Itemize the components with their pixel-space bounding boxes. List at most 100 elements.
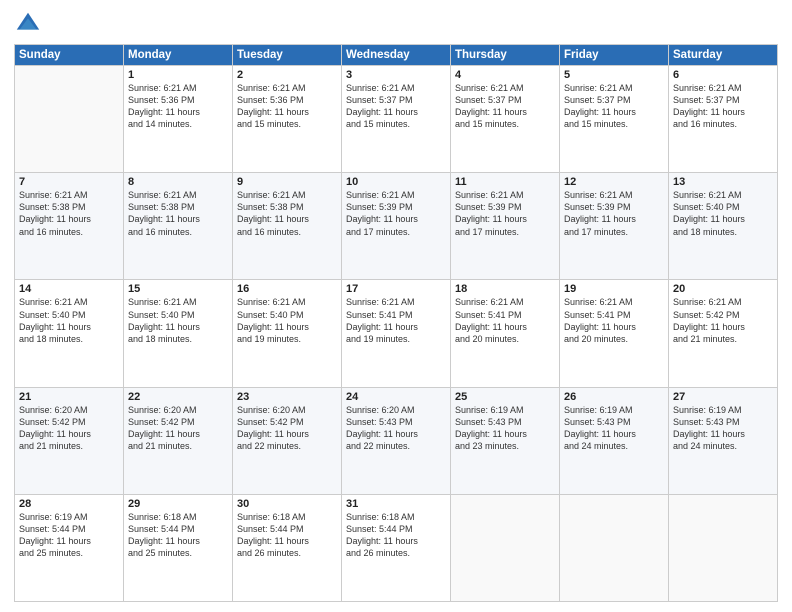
- col-header-monday: Monday: [124, 45, 233, 66]
- day-number: 7: [19, 176, 119, 188]
- day-number: 31: [346, 498, 446, 510]
- day-info: Sunrise: 6:19 AM Sunset: 5:44 PM Dayligh…: [19, 511, 119, 560]
- day-cell: 18Sunrise: 6:21 AM Sunset: 5:41 PM Dayli…: [451, 280, 560, 387]
- day-number: 26: [564, 391, 664, 403]
- day-number: 8: [128, 176, 228, 188]
- day-cell: 24Sunrise: 6:20 AM Sunset: 5:43 PM Dayli…: [342, 387, 451, 494]
- day-cell: 9Sunrise: 6:21 AM Sunset: 5:38 PM Daylig…: [233, 173, 342, 280]
- day-info: Sunrise: 6:21 AM Sunset: 5:36 PM Dayligh…: [128, 82, 228, 131]
- day-cell: 31Sunrise: 6:18 AM Sunset: 5:44 PM Dayli…: [342, 494, 451, 601]
- day-cell: 13Sunrise: 6:21 AM Sunset: 5:40 PM Dayli…: [669, 173, 778, 280]
- day-number: 28: [19, 498, 119, 510]
- day-number: 27: [673, 391, 773, 403]
- day-info: Sunrise: 6:21 AM Sunset: 5:36 PM Dayligh…: [237, 82, 337, 131]
- day-cell: 8Sunrise: 6:21 AM Sunset: 5:38 PM Daylig…: [124, 173, 233, 280]
- day-cell: 29Sunrise: 6:18 AM Sunset: 5:44 PM Dayli…: [124, 494, 233, 601]
- day-cell: 2Sunrise: 6:21 AM Sunset: 5:36 PM Daylig…: [233, 66, 342, 173]
- day-cell: 25Sunrise: 6:19 AM Sunset: 5:43 PM Dayli…: [451, 387, 560, 494]
- day-cell: 21Sunrise: 6:20 AM Sunset: 5:42 PM Dayli…: [15, 387, 124, 494]
- day-info: Sunrise: 6:21 AM Sunset: 5:41 PM Dayligh…: [346, 296, 446, 345]
- day-cell: 7Sunrise: 6:21 AM Sunset: 5:38 PM Daylig…: [15, 173, 124, 280]
- day-number: 17: [346, 283, 446, 295]
- col-header-thursday: Thursday: [451, 45, 560, 66]
- week-row-2: 7Sunrise: 6:21 AM Sunset: 5:38 PM Daylig…: [15, 173, 778, 280]
- day-info: Sunrise: 6:18 AM Sunset: 5:44 PM Dayligh…: [128, 511, 228, 560]
- day-number: 16: [237, 283, 337, 295]
- day-info: Sunrise: 6:20 AM Sunset: 5:42 PM Dayligh…: [128, 404, 228, 453]
- day-cell: 19Sunrise: 6:21 AM Sunset: 5:41 PM Dayli…: [560, 280, 669, 387]
- week-row-4: 21Sunrise: 6:20 AM Sunset: 5:42 PM Dayli…: [15, 387, 778, 494]
- day-number: 1: [128, 69, 228, 81]
- day-number: 6: [673, 69, 773, 81]
- day-cell: 22Sunrise: 6:20 AM Sunset: 5:42 PM Dayli…: [124, 387, 233, 494]
- day-cell: 10Sunrise: 6:21 AM Sunset: 5:39 PM Dayli…: [342, 173, 451, 280]
- day-cell: 27Sunrise: 6:19 AM Sunset: 5:43 PM Dayli…: [669, 387, 778, 494]
- day-info: Sunrise: 6:21 AM Sunset: 5:41 PM Dayligh…: [455, 296, 555, 345]
- day-cell: 14Sunrise: 6:21 AM Sunset: 5:40 PM Dayli…: [15, 280, 124, 387]
- day-cell: 3Sunrise: 6:21 AM Sunset: 5:37 PM Daylig…: [342, 66, 451, 173]
- logo: [14, 10, 46, 38]
- logo-icon: [14, 10, 42, 38]
- header: [14, 10, 778, 38]
- day-info: Sunrise: 6:21 AM Sunset: 5:38 PM Dayligh…: [19, 189, 119, 238]
- day-cell: [15, 66, 124, 173]
- day-info: Sunrise: 6:21 AM Sunset: 5:39 PM Dayligh…: [455, 189, 555, 238]
- day-info: Sunrise: 6:21 AM Sunset: 5:37 PM Dayligh…: [346, 82, 446, 131]
- day-number: 25: [455, 391, 555, 403]
- day-cell: 11Sunrise: 6:21 AM Sunset: 5:39 PM Dayli…: [451, 173, 560, 280]
- week-row-1: 1Sunrise: 6:21 AM Sunset: 5:36 PM Daylig…: [15, 66, 778, 173]
- day-number: 14: [19, 283, 119, 295]
- day-info: Sunrise: 6:20 AM Sunset: 5:43 PM Dayligh…: [346, 404, 446, 453]
- day-info: Sunrise: 6:21 AM Sunset: 5:39 PM Dayligh…: [346, 189, 446, 238]
- day-info: Sunrise: 6:21 AM Sunset: 5:38 PM Dayligh…: [237, 189, 337, 238]
- day-info: Sunrise: 6:20 AM Sunset: 5:42 PM Dayligh…: [237, 404, 337, 453]
- header-row: SundayMondayTuesdayWednesdayThursdayFrid…: [15, 45, 778, 66]
- day-info: Sunrise: 6:21 AM Sunset: 5:40 PM Dayligh…: [237, 296, 337, 345]
- day-cell: 23Sunrise: 6:20 AM Sunset: 5:42 PM Dayli…: [233, 387, 342, 494]
- day-cell: 4Sunrise: 6:21 AM Sunset: 5:37 PM Daylig…: [451, 66, 560, 173]
- calendar-body: 1Sunrise: 6:21 AM Sunset: 5:36 PM Daylig…: [15, 66, 778, 602]
- day-cell: 1Sunrise: 6:21 AM Sunset: 5:36 PM Daylig…: [124, 66, 233, 173]
- day-number: 3: [346, 69, 446, 81]
- day-cell: [669, 494, 778, 601]
- day-info: Sunrise: 6:21 AM Sunset: 5:42 PM Dayligh…: [673, 296, 773, 345]
- page: SundayMondayTuesdayWednesdayThursdayFrid…: [0, 0, 792, 612]
- day-info: Sunrise: 6:21 AM Sunset: 5:37 PM Dayligh…: [455, 82, 555, 131]
- day-number: 5: [564, 69, 664, 81]
- day-info: Sunrise: 6:21 AM Sunset: 5:40 PM Dayligh…: [19, 296, 119, 345]
- day-cell: 6Sunrise: 6:21 AM Sunset: 5:37 PM Daylig…: [669, 66, 778, 173]
- day-cell: 28Sunrise: 6:19 AM Sunset: 5:44 PM Dayli…: [15, 494, 124, 601]
- day-number: 24: [346, 391, 446, 403]
- day-info: Sunrise: 6:20 AM Sunset: 5:42 PM Dayligh…: [19, 404, 119, 453]
- day-info: Sunrise: 6:19 AM Sunset: 5:43 PM Dayligh…: [673, 404, 773, 453]
- calendar-header: SundayMondayTuesdayWednesdayThursdayFrid…: [15, 45, 778, 66]
- day-cell: 16Sunrise: 6:21 AM Sunset: 5:40 PM Dayli…: [233, 280, 342, 387]
- week-row-5: 28Sunrise: 6:19 AM Sunset: 5:44 PM Dayli…: [15, 494, 778, 601]
- day-info: Sunrise: 6:18 AM Sunset: 5:44 PM Dayligh…: [237, 511, 337, 560]
- day-cell: 5Sunrise: 6:21 AM Sunset: 5:37 PM Daylig…: [560, 66, 669, 173]
- day-info: Sunrise: 6:21 AM Sunset: 5:41 PM Dayligh…: [564, 296, 664, 345]
- day-number: 23: [237, 391, 337, 403]
- day-number: 10: [346, 176, 446, 188]
- day-number: 21: [19, 391, 119, 403]
- calendar: SundayMondayTuesdayWednesdayThursdayFrid…: [14, 44, 778, 602]
- day-info: Sunrise: 6:21 AM Sunset: 5:37 PM Dayligh…: [673, 82, 773, 131]
- day-cell: 20Sunrise: 6:21 AM Sunset: 5:42 PM Dayli…: [669, 280, 778, 387]
- day-number: 29: [128, 498, 228, 510]
- day-cell: [451, 494, 560, 601]
- day-cell: 30Sunrise: 6:18 AM Sunset: 5:44 PM Dayli…: [233, 494, 342, 601]
- day-number: 22: [128, 391, 228, 403]
- day-cell: 17Sunrise: 6:21 AM Sunset: 5:41 PM Dayli…: [342, 280, 451, 387]
- day-number: 20: [673, 283, 773, 295]
- day-info: Sunrise: 6:21 AM Sunset: 5:38 PM Dayligh…: [128, 189, 228, 238]
- day-number: 19: [564, 283, 664, 295]
- week-row-3: 14Sunrise: 6:21 AM Sunset: 5:40 PM Dayli…: [15, 280, 778, 387]
- day-number: 30: [237, 498, 337, 510]
- day-cell: 12Sunrise: 6:21 AM Sunset: 5:39 PM Dayli…: [560, 173, 669, 280]
- col-header-saturday: Saturday: [669, 45, 778, 66]
- day-cell: [560, 494, 669, 601]
- day-info: Sunrise: 6:21 AM Sunset: 5:40 PM Dayligh…: [128, 296, 228, 345]
- day-number: 12: [564, 176, 664, 188]
- day-cell: 26Sunrise: 6:19 AM Sunset: 5:43 PM Dayli…: [560, 387, 669, 494]
- col-header-sunday: Sunday: [15, 45, 124, 66]
